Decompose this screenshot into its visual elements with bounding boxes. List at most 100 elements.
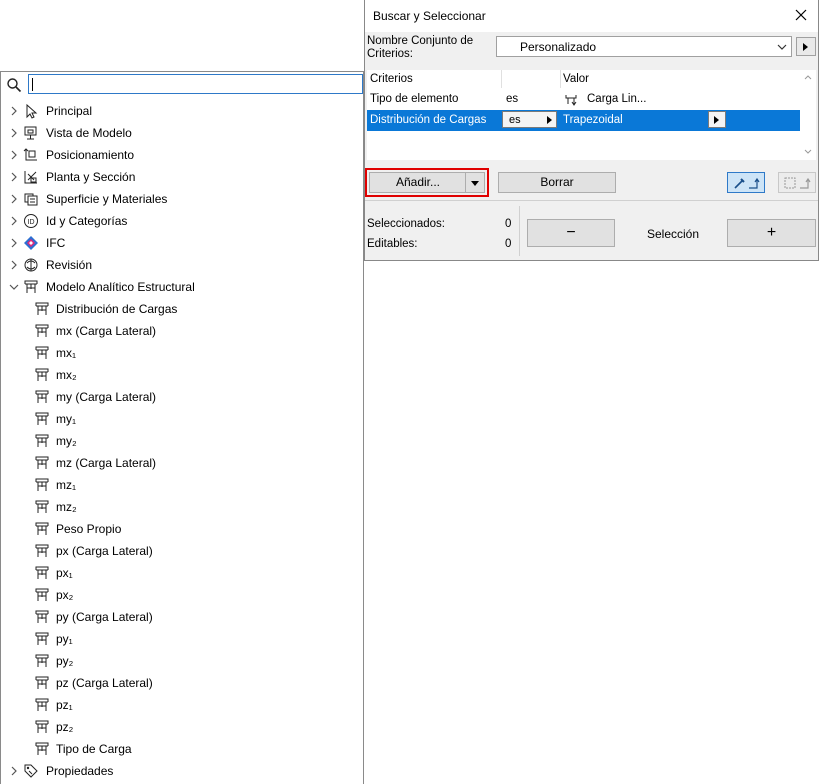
structural-load-icon <box>35 720 49 733</box>
tree-item-label: py (Carga Lateral) <box>56 610 153 624</box>
add-dropdown-button[interactable] <box>465 172 485 193</box>
scroll-up-icon[interactable] <box>804 74 812 80</box>
tree-item[interactable]: pz (Carga Lateral) <box>1 672 363 694</box>
attribute-tree-panel: Principal Vista de Modelo Posicionamiento P… <box>0 71 364 784</box>
criteria-scrollbar[interactable] <box>800 70 816 160</box>
criterion-operator[interactable]: es <box>506 93 518 105</box>
select-button[interactable]: + <box>727 219 816 247</box>
tree-item[interactable]: Principal <box>1 100 363 122</box>
chevron-right-icon[interactable] <box>9 171 19 183</box>
tree-item-label: Tipo de Carga <box>56 742 132 756</box>
tree-item[interactable]: mx (Carga Lateral) <box>1 320 363 342</box>
tree-item[interactable]: Planta y Sección <box>1 166 363 188</box>
editable-label: Editables: <box>367 238 418 250</box>
structural-load-icon <box>35 456 49 469</box>
editable-count: 0 <box>505 238 512 250</box>
selected-count: 0 <box>505 218 512 230</box>
criteria-row[interactable]: Tipo de elemento es Carga Lin... <box>367 89 800 110</box>
tree-item[interactable]: py₂ <box>1 650 363 672</box>
tree-item-label: px₁ <box>56 566 73 580</box>
tree-item-label: mx₂ <box>56 368 77 382</box>
structural-load-icon <box>35 412 49 425</box>
tree-item[interactable]: py₁ <box>1 628 363 650</box>
tree-item[interactable]: Modelo Analítico Estructural <box>1 276 363 298</box>
chevron-right-icon[interactable] <box>9 149 19 161</box>
structural-load-icon <box>35 742 49 755</box>
search-row <box>1 72 363 98</box>
tree-item[interactable]: my₂ <box>1 430 363 452</box>
text-cursor <box>32 78 33 91</box>
tree-item[interactable]: IFC <box>1 232 363 254</box>
column-divider <box>560 70 561 88</box>
tree-item[interactable]: px₁ <box>1 562 363 584</box>
marquee-mode-toggle[interactable] <box>778 172 816 193</box>
tree-item-label: px (Carga Lateral) <box>56 544 153 558</box>
tree-item-label: Revisión <box>46 258 93 272</box>
chevron-right-icon[interactable] <box>9 105 19 117</box>
triangle-down-icon <box>471 181 479 186</box>
structural-load-icon <box>35 390 49 403</box>
scroll-down-icon[interactable] <box>804 149 812 155</box>
chevron-right-icon[interactable] <box>9 215 19 227</box>
tree-item[interactable]: pz₂ <box>1 716 363 738</box>
tree-item[interactable]: mz (Carga Lateral) <box>1 452 363 474</box>
tree-item-label: pz₁ <box>56 698 73 712</box>
tree-item-label: Principal <box>46 104 93 118</box>
tree-item[interactable]: mx₁ <box>1 342 363 364</box>
clear-button[interactable]: Borrar <box>498 172 616 193</box>
search-input[interactable] <box>28 74 363 94</box>
criteria-set-value: Personalizado <box>520 40 597 54</box>
operator-dropdown[interactable]: es <box>502 111 557 128</box>
tree-item-label: Propiedades <box>46 764 114 778</box>
tree-item[interactable]: Revisión <box>1 254 363 276</box>
triangle-right-icon <box>714 116 719 124</box>
column-divider <box>501 70 502 88</box>
tree-item[interactable]: my (Carga Lateral) <box>1 386 363 408</box>
criterion-name: Distribución de Cargas <box>370 114 487 126</box>
header-criterios: Criterios <box>370 73 413 85</box>
eyedropper-icon <box>734 177 760 189</box>
chevron-right-icon[interactable] <box>9 765 19 777</box>
pick-mode-toggle[interactable] <box>727 172 765 193</box>
tree-item[interactable]: px₂ <box>1 584 363 606</box>
structural-load-icon <box>35 434 49 447</box>
chevron-right-icon[interactable] <box>9 193 19 205</box>
add-button[interactable]: Añadir... <box>369 172 467 193</box>
criteria-row-selected[interactable]: Distribución de Cargas es Trapezoidal <box>367 110 800 131</box>
tree-item-label: py₂ <box>56 654 74 668</box>
tree-item[interactable]: Tipo de Carga <box>1 738 363 760</box>
criteria-set-next-button[interactable] <box>796 37 816 56</box>
criterion-value[interactable]: Trapezoidal <box>563 114 623 126</box>
tree-item[interactable]: mx₂ <box>1 364 363 386</box>
criterion-value[interactable]: Carga Lin... <box>587 93 646 105</box>
close-icon[interactable] <box>792 6 810 24</box>
tree-item[interactable]: py (Carga Lateral) <box>1 606 363 628</box>
ifc-logo-icon <box>24 236 38 250</box>
tree-item[interactable]: mz₁ <box>1 474 363 496</box>
chevron-down-icon <box>777 44 787 50</box>
tree-item-label: mx₁ <box>56 346 77 360</box>
criteria-set-dropdown[interactable]: Personalizado <box>496 36 792 57</box>
deselect-button[interactable]: − <box>527 219 615 247</box>
revision-icon <box>24 258 38 272</box>
chevron-right-icon[interactable] <box>9 259 19 271</box>
find-select-dialog: Buscar y Seleccionar Nombre Conjunto de … <box>364 0 819 261</box>
chevron-right-icon[interactable] <box>9 237 19 249</box>
chevron-down-icon[interactable] <box>9 281 19 293</box>
tree-item[interactable]: mz₂ <box>1 496 363 518</box>
tree-item[interactable]: Peso Propio <box>1 518 363 540</box>
tree-item[interactable]: Superficie y Materiales <box>1 188 363 210</box>
tree-item[interactable]: my₁ <box>1 408 363 430</box>
structural-load-icon <box>35 544 49 557</box>
separator <box>365 200 818 201</box>
value-next-button[interactable] <box>708 111 726 128</box>
tree-item[interactable]: Propiedades <box>1 760 363 782</box>
tree-item[interactable]: ID Id y Categorías <box>1 210 363 232</box>
chevron-right-icon[interactable] <box>9 127 19 139</box>
tree-item[interactable]: pz₁ <box>1 694 363 716</box>
tree-item[interactable]: Vista de Modelo <box>1 122 363 144</box>
tree-item-label: mx (Carga Lateral) <box>56 324 157 338</box>
tree-item[interactable]: Posicionamiento <box>1 144 363 166</box>
tree-item[interactable]: px (Carga Lateral) <box>1 540 363 562</box>
tree-item[interactable]: Distribución de Cargas <box>1 298 363 320</box>
